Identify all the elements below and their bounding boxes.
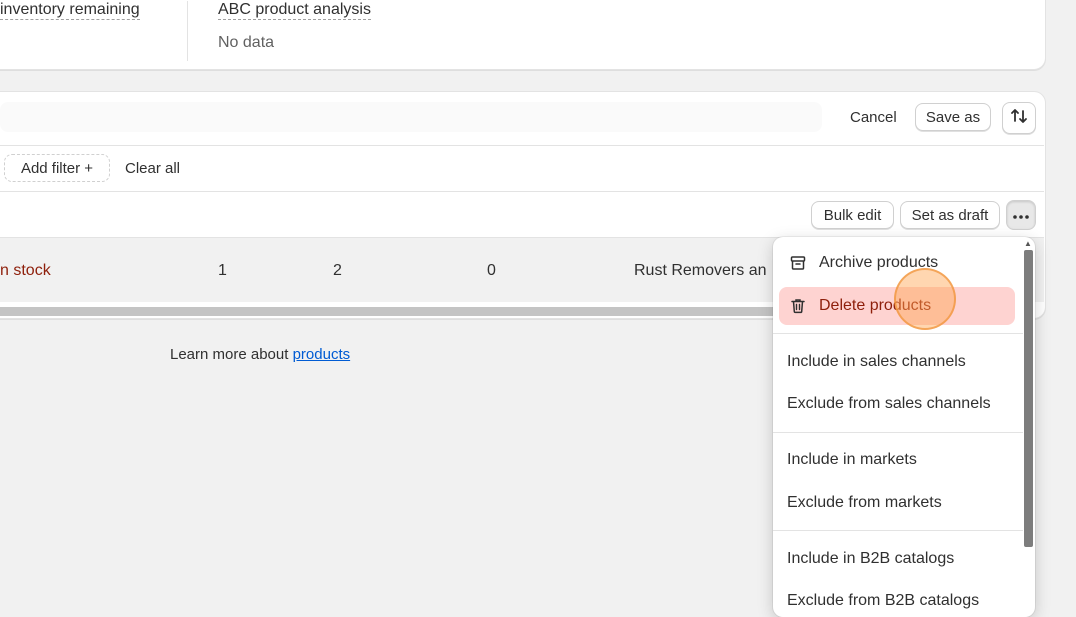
menu-item-exclude-markets[interactable]: Exclude from markets (779, 484, 1015, 522)
row-category: Rust Removers an (634, 262, 767, 279)
products-link[interactable]: products (293, 346, 351, 363)
metric-divider (187, 1, 188, 61)
row-cell: 2 (333, 262, 342, 279)
menu-divider (773, 530, 1023, 531)
metric-abc-analysis-value: No data (218, 34, 275, 51)
search-input[interactable] (0, 102, 822, 132)
metric-inventory-remaining-title[interactable]: inventory remaining (0, 1, 140, 20)
sort-button[interactable] (1002, 102, 1036, 134)
bulk-edit-button[interactable]: Bulk edit (811, 201, 894, 229)
clear-all-button[interactable]: Clear all (125, 160, 180, 177)
add-filter-button[interactable]: Add filter + (4, 154, 110, 182)
trash-icon (787, 295, 809, 317)
menu-divider (773, 333, 1023, 334)
menu-scrollbar[interactable] (1024, 250, 1033, 547)
more-actions-button[interactable] (1006, 200, 1036, 230)
menu-item-include-b2b-catalogs[interactable]: Include in B2B catalogs (779, 540, 1015, 578)
save-as-button[interactable]: Save as (915, 103, 991, 131)
row-cell: 1 (218, 262, 227, 279)
menu-item-label: Exclude from markets (787, 494, 942, 511)
row-cell: 0 (487, 262, 496, 279)
menu-item-include-markets[interactable]: Include in markets (779, 441, 1015, 479)
more-horizontal-icon (1012, 207, 1030, 224)
analytics-card (0, 0, 1046, 70)
divider (0, 145, 1044, 146)
menu-item-label: Exclude from sales channels (787, 395, 991, 412)
menu-item-label: Exclude from B2B catalogs (787, 592, 980, 609)
cursor-highlight (894, 268, 956, 330)
cancel-button[interactable]: Cancel (850, 109, 897, 126)
menu-item-label: Include in sales channels (787, 353, 966, 370)
menu-item-archive-products[interactable]: Archive products (779, 244, 1015, 282)
menu-item-label: Include in B2B catalogs (787, 550, 955, 567)
sort-arrows-icon (1009, 106, 1029, 130)
menu-item-exclude-sales-channels[interactable]: Exclude from sales channels (779, 385, 1015, 423)
menu-item-exclude-b2b-catalogs[interactable]: Exclude from B2B catalogs (779, 582, 1015, 617)
metric-abc-analysis-title[interactable]: ABC product analysis (218, 1, 371, 20)
archive-icon (787, 252, 809, 274)
scroll-up-arrow-icon[interactable]: ▲ (1024, 239, 1032, 248)
menu-item-label: Include in markets (787, 451, 917, 468)
row-inventory-status: n stock (0, 262, 51, 279)
divider (0, 191, 1044, 192)
learn-more-prefix: Learn more about (170, 346, 293, 363)
learn-more-text: Learn more about products (170, 346, 350, 363)
menu-divider (773, 432, 1023, 433)
horizontal-scrollbar[interactable] (0, 307, 780, 316)
menu-item-include-sales-channels[interactable]: Include in sales channels (779, 343, 1015, 381)
set-as-draft-button[interactable]: Set as draft (900, 201, 1000, 229)
